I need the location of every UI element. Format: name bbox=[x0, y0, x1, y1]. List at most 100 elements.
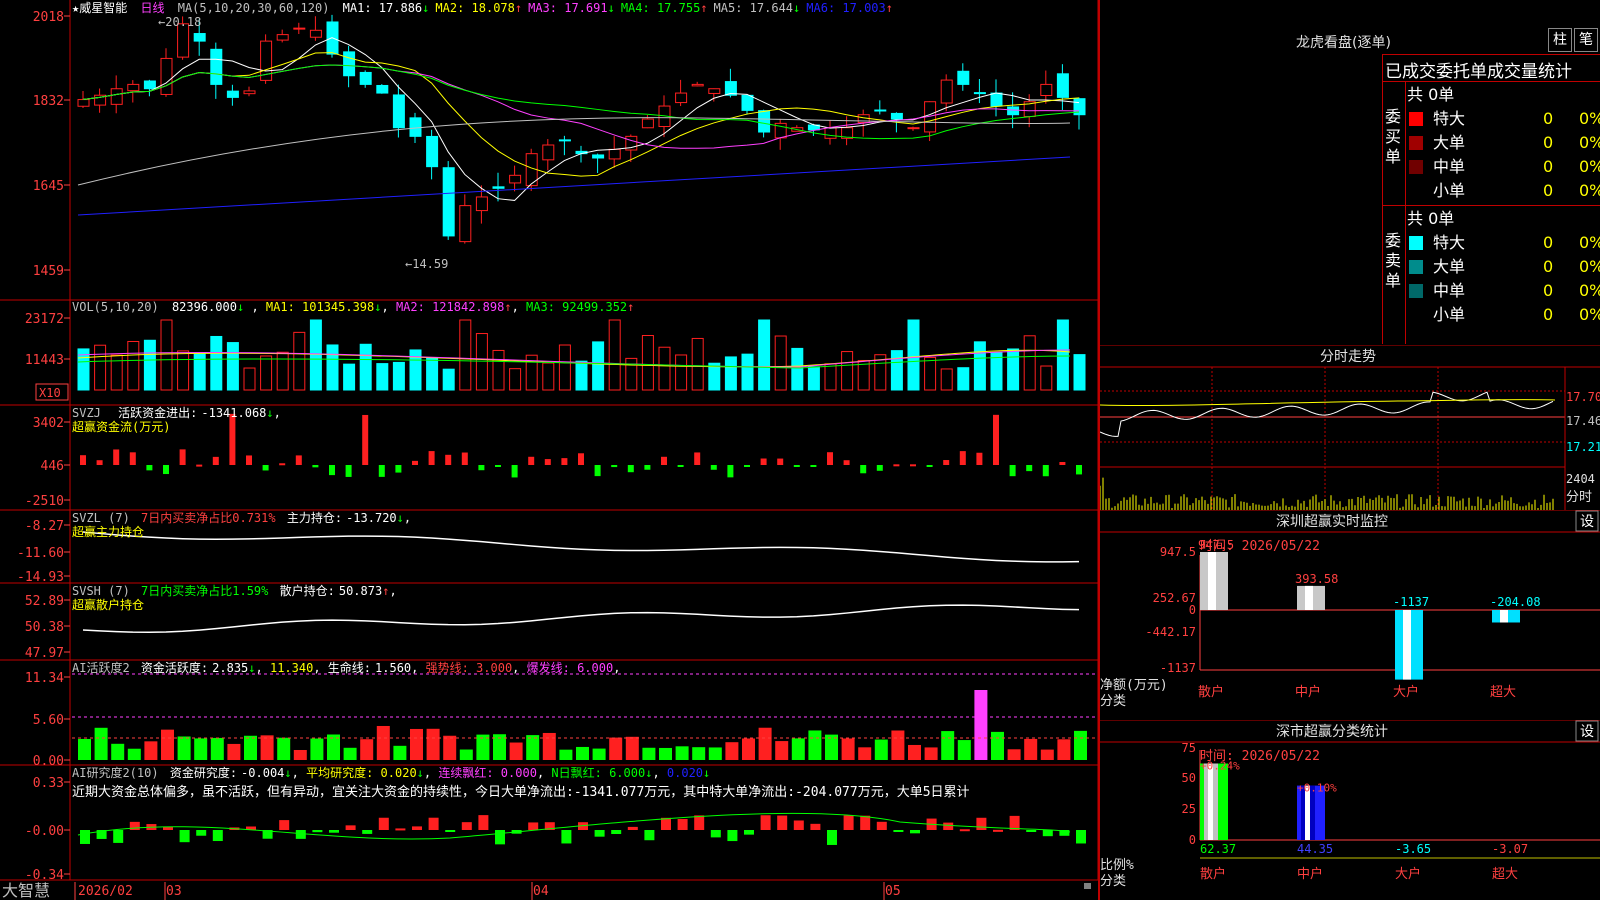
order-count: 0 bbox=[1543, 233, 1554, 252]
volume-bar bbox=[807, 366, 820, 391]
ai2-bar bbox=[528, 822, 539, 830]
volume-bar bbox=[143, 339, 156, 391]
sz-class-ytick: 25 bbox=[1182, 802, 1196, 816]
vol-sep: , bbox=[382, 300, 396, 314]
svzj-bar bbox=[644, 465, 651, 470]
volume-bar bbox=[592, 341, 605, 391]
candle-body bbox=[708, 88, 721, 94]
sz-monitor-bar bbox=[1297, 585, 1325, 610]
volume-bar bbox=[1073, 354, 1086, 391]
ai1-bar bbox=[94, 727, 108, 760]
bar-view-button[interactable]: 柱 bbox=[1548, 28, 1572, 52]
svzj-bar bbox=[594, 465, 601, 477]
volume-bar bbox=[1007, 348, 1020, 391]
svzl-header: SVZL (7) 7日内买卖净占比0.731% 主力持仓: -13.720↓, bbox=[72, 510, 411, 525]
ai1-bar bbox=[509, 742, 523, 760]
intraday-ytick: 17.21 bbox=[1566, 440, 1600, 454]
y-tick-label: 1459 bbox=[33, 264, 64, 279]
intraday-avg-line bbox=[1100, 399, 1556, 407]
ai2-bar bbox=[893, 830, 904, 832]
candle-body bbox=[376, 84, 389, 94]
ai2-bar bbox=[561, 830, 572, 844]
ma-arrow-3: ↓ bbox=[608, 1, 615, 15]
svsh-sub: 超赢散户持仓 bbox=[72, 597, 144, 612]
svzj-bar bbox=[528, 456, 535, 465]
lock-icon[interactable] bbox=[1084, 883, 1091, 889]
svzj-bar bbox=[578, 453, 584, 465]
color-swatch bbox=[1409, 236, 1423, 250]
ai2-bar bbox=[694, 815, 705, 830]
sz-monitor-cat: 大户 bbox=[1393, 684, 1419, 700]
ai1-bar bbox=[393, 745, 407, 760]
volume-bar bbox=[509, 368, 522, 391]
svg-text:2026/02: 2026/02 bbox=[78, 884, 133, 899]
candle-body bbox=[309, 29, 322, 38]
order-row: 中单 0 0% bbox=[1407, 279, 1600, 303]
ai1-bar bbox=[78, 738, 91, 760]
order-type: 小单 bbox=[1433, 305, 1466, 324]
kline-chart-area[interactable]: 2018 1832 1645 1459 23172 11443 3402 446 -2510 -8… bbox=[0, 0, 1100, 900]
svzj-bar bbox=[279, 463, 286, 466]
order-type: 大单 bbox=[1433, 133, 1466, 152]
volume-bar bbox=[741, 353, 754, 391]
volume-bar bbox=[758, 319, 771, 391]
ai1-bar bbox=[1007, 749, 1021, 760]
svzj-bar bbox=[661, 456, 667, 465]
svzj-bar bbox=[212, 456, 219, 465]
ai1-bar bbox=[642, 747, 656, 760]
tick-view-button[interactable]: 笔 bbox=[1574, 28, 1598, 52]
volume-bar bbox=[160, 319, 173, 391]
svzj-bar bbox=[179, 449, 186, 465]
volume-bar bbox=[226, 342, 239, 391]
y-tick-label: 23172 bbox=[25, 312, 64, 327]
intraday-vol-top: 2404 bbox=[1566, 472, 1595, 486]
vol-sep: , bbox=[512, 300, 526, 314]
color-swatch bbox=[1409, 136, 1423, 150]
vol-ma-arrow-2: ↑ bbox=[504, 300, 511, 314]
ai1-bar bbox=[343, 747, 357, 760]
svzl-path bbox=[82, 531, 1080, 563]
candle-body bbox=[276, 34, 289, 41]
ai2-bar bbox=[129, 821, 140, 830]
sz-monitor-bar-highlight bbox=[1403, 610, 1411, 680]
volume-bar bbox=[774, 335, 787, 391]
intraday-grid bbox=[1100, 367, 1565, 510]
sz-monitor-ytick: 947.5 bbox=[1160, 545, 1196, 559]
sz-class-chart[interactable]: 深市超赢分类统计 设 时间: 2026/05/22 7550250+0.24%6… bbox=[1100, 720, 1600, 900]
ai1-bar bbox=[194, 738, 208, 760]
color-swatch bbox=[1409, 284, 1423, 298]
volume-bar bbox=[127, 340, 140, 391]
volume-bar bbox=[276, 351, 289, 391]
volume-bar bbox=[359, 343, 372, 391]
candle-body bbox=[392, 94, 405, 129]
ai2-bar bbox=[378, 817, 389, 830]
y-tick-label: 5.60 bbox=[33, 713, 64, 728]
ai1-bar bbox=[858, 747, 872, 760]
intraday-lines bbox=[1100, 391, 1556, 510]
svzj-bar bbox=[876, 465, 883, 471]
sz-monitor-bar bbox=[1492, 610, 1520, 623]
svsh-header: SVSH (7) 7日内买卖净占比1.59% 散户持仓: 50.873↑, bbox=[72, 583, 397, 598]
svzj-bar bbox=[445, 454, 452, 465]
volume-bar bbox=[1040, 365, 1053, 391]
ai2-bar bbox=[179, 830, 190, 843]
order-pct: 0% bbox=[1579, 281, 1600, 300]
order-row: 大单 0 0% bbox=[1407, 131, 1600, 155]
svzj-bar bbox=[959, 451, 966, 465]
ma-arrow-6: ↑ bbox=[886, 1, 893, 15]
ai2-bar bbox=[196, 830, 207, 836]
candle-body bbox=[359, 71, 372, 85]
ai1-bar bbox=[210, 737, 224, 760]
svg-text:03: 03 bbox=[166, 884, 182, 899]
sz-monitor-chart[interactable]: 深圳超赢实时监控 设 时间: 2026/05/22 947.5252.670-4… bbox=[1100, 510, 1600, 720]
volume-bar bbox=[392, 361, 405, 391]
order-count: 0 bbox=[1543, 181, 1554, 200]
intraday-chart[interactable]: 分时走势 17.70 17.46 17.21 2404 分时 bbox=[1100, 345, 1600, 510]
volume-bar bbox=[492, 349, 505, 391]
candle-body bbox=[1056, 73, 1069, 98]
volume-bar bbox=[940, 368, 953, 391]
svzj-bar bbox=[926, 465, 933, 467]
sz-class-value: -3.65 bbox=[1395, 842, 1431, 856]
y-tick-label: -2510 bbox=[25, 494, 64, 509]
order-row: 大单 0 0% bbox=[1407, 255, 1600, 279]
